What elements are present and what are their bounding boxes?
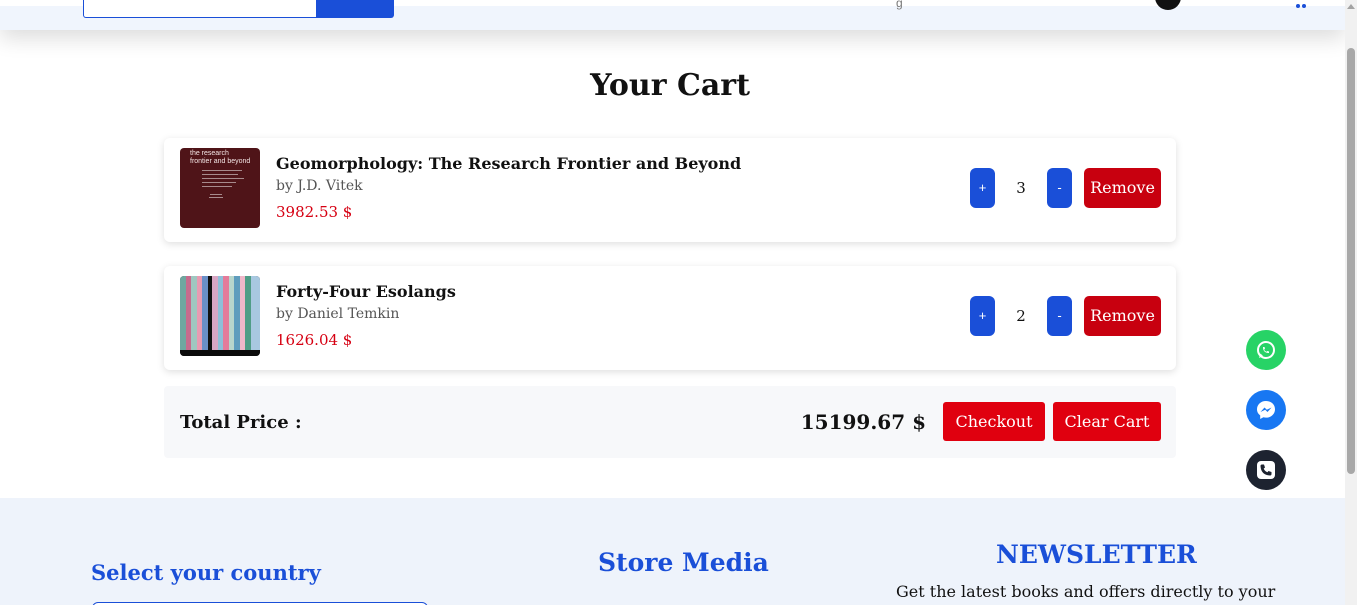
- country-title: Select your country: [91, 560, 321, 585]
- remove-button[interactable]: Remove: [1084, 168, 1161, 208]
- page-title: Your Cart: [590, 68, 750, 103]
- cart-icon[interactable]: [1290, 0, 1310, 12]
- item-title[interactable]: Geomorphology: The Research Frontier and…: [276, 154, 741, 173]
- newsletter-text: Get the latest books and offers directly…: [896, 582, 1276, 601]
- store-media-title: Store Media: [598, 548, 769, 577]
- phone-icon: [1257, 461, 1275, 479]
- site-header: g: [0, 0, 1345, 30]
- cart-item: the research frontier and beyond Geomorp…: [164, 138, 1176, 242]
- total-label: Total Price :: [180, 412, 302, 433]
- avatar[interactable]: [1155, 0, 1181, 10]
- decrease-quantity-button[interactable]: -: [1047, 296, 1072, 336]
- item-price: 3982.53 $: [276, 203, 353, 221]
- site-footer: Select your country Store Media NEWSLETT…: [0, 498, 1345, 605]
- messenger-button[interactable]: [1246, 390, 1286, 430]
- cover-text: the research frontier and beyond: [190, 150, 251, 165]
- remove-button[interactable]: Remove: [1084, 296, 1161, 336]
- item-title[interactable]: Forty-Four Esolangs: [276, 282, 456, 301]
- item-price: 1626.04 $: [276, 331, 353, 349]
- phone-button[interactable]: [1246, 450, 1286, 490]
- increase-quantity-button[interactable]: +: [970, 296, 995, 336]
- clear-cart-button[interactable]: Clear Cart: [1053, 402, 1161, 441]
- item-author: by J.D. Vitek: [276, 178, 363, 194]
- scrollbar[interactable]: [1345, 0, 1357, 605]
- cart-summary: Total Price : 15199.67 $ Checkout Clear …: [164, 386, 1176, 458]
- search-button[interactable]: [316, 0, 394, 18]
- search-input[interactable]: [83, 0, 317, 18]
- scroll-up-icon[interactable]: [1347, 4, 1355, 9]
- quantity-value: 2: [1016, 307, 1026, 325]
- book-cover[interactable]: the research frontier and beyond: [180, 148, 260, 228]
- book-cover[interactable]: [180, 276, 260, 356]
- newsletter-title: NEWSLETTER: [996, 540, 1197, 569]
- cart-item: Forty-Four Esolangs by Daniel Temkin 162…: [164, 266, 1176, 370]
- quantity-value: 3: [1016, 179, 1026, 197]
- checkout-button[interactable]: Checkout: [943, 402, 1045, 441]
- scrollbar-thumb[interactable]: [1347, 48, 1355, 474]
- total-value: 15199.67 $: [800, 410, 926, 434]
- decrease-quantity-button[interactable]: -: [1047, 168, 1072, 208]
- whatsapp-icon: [1257, 341, 1275, 359]
- item-author: by Daniel Temkin: [276, 306, 400, 322]
- increase-quantity-button[interactable]: +: [970, 168, 995, 208]
- nav-link[interactable]: g: [896, 0, 903, 10]
- whatsapp-button[interactable]: [1246, 330, 1286, 370]
- messenger-icon: [1257, 401, 1275, 419]
